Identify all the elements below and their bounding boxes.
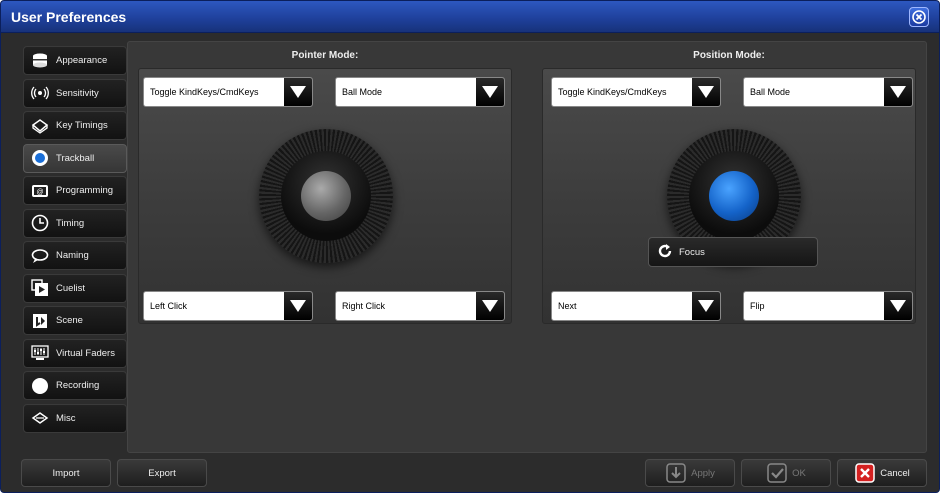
sidebar-item-cuelist[interactable]: Cuelist — [23, 273, 127, 303]
scene-icon — [30, 311, 50, 331]
position-flip-dropdown[interactable]: Flip — [743, 291, 913, 321]
speech-bubble-icon — [30, 246, 50, 266]
dropdown-value: Toggle KindKeys/CmdKeys — [150, 87, 259, 97]
dropdown-value: Flip — [750, 301, 765, 311]
sidebar-item-label: Appearance — [56, 55, 108, 66]
programming-icon: @ — [30, 181, 50, 201]
trackball-well — [281, 151, 371, 241]
trackball-ball-blue — [709, 171, 759, 221]
ok-button[interactable]: OK — [741, 459, 831, 487]
pointer-mode-title: Pointer Mode: — [291, 50, 359, 61]
triangle-down-icon — [692, 78, 720, 106]
import-label: Import — [52, 467, 80, 479]
sidebar-item-label: Programming — [56, 185, 114, 196]
sidebar-item-label: Naming — [56, 250, 89, 261]
sidebar-item-label: Misc — [56, 412, 76, 424]
cancel-button[interactable]: Cancel — [837, 459, 927, 487]
triangle-down-icon — [284, 292, 312, 320]
position-top-right-dropdown[interactable]: Ball Mode — [743, 77, 913, 107]
sidebar-item-programming[interactable]: @ Programming — [23, 176, 127, 205]
export-label: Export — [148, 467, 176, 479]
sidebar-item-virtual-faders[interactable]: Virtual Faders — [23, 338, 127, 368]
pointer-mode-section: Toggle KindKeys/CmdKeys Ball Mode Left C… — [138, 68, 512, 324]
apply-label: Apply — [691, 467, 715, 479]
sidebar-item-recording[interactable]: Recording — [23, 371, 127, 400]
apply-icon — [665, 462, 687, 484]
dropdown-value: Right Click — [342, 301, 386, 311]
triangle-down-icon — [884, 292, 912, 320]
misc-icon — [30, 408, 50, 428]
trackball-ball-grey — [301, 171, 351, 221]
trackball-icon — [30, 148, 50, 168]
trackball-well — [689, 151, 779, 241]
key-timings-icon — [30, 116, 50, 136]
dropdown-value: Toggle KindKeys/CmdKeys — [558, 87, 667, 97]
checkmark-icon — [766, 462, 788, 484]
position-mode-section: Toggle KindKeys/CmdKeys Ball Mode Focus … — [542, 68, 916, 324]
record-icon — [30, 376, 50, 396]
pointer-top-left-dropdown[interactable]: Toggle KindKeys/CmdKeys — [143, 77, 313, 107]
pointer-right-click-dropdown[interactable]: Right Click — [335, 291, 505, 321]
sidebar: Appearance Sensitivity Key Timings Track… — [23, 46, 127, 436]
focus-button[interactable]: Focus — [648, 237, 818, 267]
import-button[interactable]: Import — [21, 459, 111, 487]
sidebar-item-label: Scene — [56, 315, 83, 326]
sensitivity-icon — [30, 83, 50, 103]
triangle-down-icon — [476, 78, 504, 106]
position-top-left-dropdown[interactable]: Toggle KindKeys/CmdKeys — [551, 77, 721, 107]
dropdown-value: Next — [558, 301, 577, 311]
apply-button[interactable]: Apply — [645, 459, 735, 487]
clock-icon — [30, 213, 50, 233]
triangle-down-icon — [884, 78, 912, 106]
export-button[interactable]: Export — [117, 459, 207, 487]
trackball-settings-panel: Pointer Mode: Toggle KindKeys/CmdKeys Ba… — [127, 41, 927, 453]
appearance-icon — [30, 51, 50, 71]
sidebar-item-appearance[interactable]: Appearance — [23, 46, 127, 75]
sidebar-item-timing[interactable]: Timing — [23, 208, 127, 238]
sidebar-item-label: Timing — [56, 217, 85, 229]
ok-label: OK — [792, 467, 806, 479]
sidebar-item-label: Key Timings — [56, 120, 108, 131]
position-next-dropdown[interactable]: Next — [551, 291, 721, 321]
close-button[interactable] — [909, 7, 929, 27]
sidebar-item-label: Virtual Faders — [56, 347, 115, 359]
sidebar-item-label: Recording — [56, 380, 100, 391]
refresh-icon — [657, 243, 673, 262]
sidebar-item-scene[interactable]: Scene — [23, 306, 127, 335]
dropdown-value: Left Click — [150, 301, 188, 311]
sidebar-item-trackball[interactable]: Trackball — [23, 143, 127, 173]
user-preferences-window: User Preferences Appearance Sensitivity … — [0, 0, 940, 493]
pointer-top-right-dropdown[interactable]: Ball Mode — [335, 77, 505, 107]
sidebar-item-sensitivity[interactable]: Sensitivity — [23, 78, 127, 108]
sidebar-item-key-timings[interactable]: Key Timings — [23, 111, 127, 140]
dropdown-value: Ball Mode — [750, 87, 791, 97]
cancel-label: Cancel — [880, 467, 910, 479]
pointer-left-click-dropdown[interactable]: Left Click — [143, 291, 313, 321]
sidebar-item-label: Cuelist — [56, 282, 86, 294]
cancel-x-icon — [854, 462, 876, 484]
sidebar-item-label: Sensitivity — [56, 87, 99, 99]
svg-text:@: @ — [36, 189, 43, 196]
sidebar-item-naming[interactable]: Naming — [23, 241, 127, 270]
triangle-down-icon — [284, 78, 312, 106]
sidebar-item-label: Trackball — [56, 152, 95, 164]
title-bar: User Preferences — [1, 1, 939, 33]
pointer-trackball[interactable] — [259, 129, 393, 263]
position-mode-title: Position Mode: — [693, 50, 765, 61]
cuelist-icon — [30, 278, 50, 298]
close-icon — [912, 10, 926, 24]
focus-label: Focus — [679, 246, 705, 258]
triangle-down-icon — [476, 292, 504, 320]
triangle-down-icon — [692, 292, 720, 320]
window-title: User Preferences — [11, 9, 127, 25]
dropdown-value: Ball Mode — [342, 87, 383, 97]
virtual-faders-icon — [30, 343, 50, 363]
sidebar-item-misc[interactable]: Misc — [23, 403, 127, 433]
